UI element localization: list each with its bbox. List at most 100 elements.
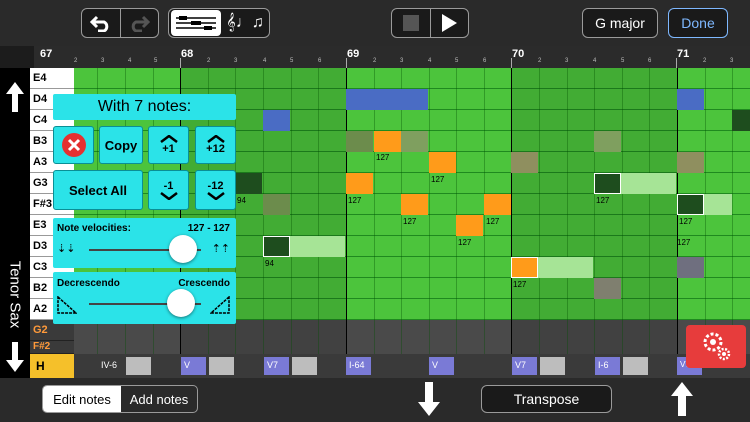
chord-slot[interactable] bbox=[540, 357, 565, 375]
arrow-up-icon[interactable] bbox=[671, 382, 693, 421]
beat-tick: 6 bbox=[648, 58, 652, 64]
close-button[interactable] bbox=[53, 126, 94, 164]
note[interactable] bbox=[677, 257, 704, 278]
velocity-label: 127 bbox=[431, 175, 445, 184]
note[interactable] bbox=[346, 131, 373, 152]
decrescendo-icon bbox=[57, 295, 78, 319]
transpose-button[interactable]: Transpose bbox=[481, 385, 612, 413]
chord-slot[interactable] bbox=[623, 357, 648, 375]
beat-tick: 2 bbox=[538, 58, 542, 64]
panel-title: With 7 notes: bbox=[97, 98, 192, 115]
key-button[interactable]: G major bbox=[582, 8, 658, 38]
note[interactable] bbox=[263, 194, 290, 215]
note[interactable] bbox=[263, 110, 290, 131]
beat-line bbox=[318, 68, 319, 354]
note[interactable] bbox=[594, 278, 621, 299]
chord-chip[interactable]: V7 bbox=[512, 357, 537, 375]
piano-roll-icon[interactable] bbox=[171, 10, 221, 36]
transpose-plus1-button[interactable]: +1 bbox=[148, 126, 189, 164]
edit-notes-tab[interactable]: Edit notes bbox=[43, 386, 121, 412]
chord-slot[interactable] bbox=[209, 357, 234, 375]
velocity-label: 94 bbox=[265, 259, 274, 268]
note-selected[interactable] bbox=[511, 257, 538, 278]
chord-row-key[interactable]: H bbox=[30, 354, 74, 378]
note[interactable] bbox=[677, 152, 704, 173]
note-tail[interactable] bbox=[290, 236, 345, 257]
score-glyph: 𝄞♩♫ bbox=[226, 14, 264, 31]
undo-redo-group bbox=[81, 8, 159, 38]
note-tail[interactable] bbox=[621, 173, 676, 194]
music-notes-icon[interactable]: 𝄞♩♫ bbox=[221, 9, 269, 37]
velocity-label: 127 bbox=[677, 238, 691, 247]
chord-chip[interactable]: V7 bbox=[264, 357, 289, 375]
measure-67: 67 bbox=[40, 48, 53, 60]
measure-71: 71 bbox=[677, 48, 690, 60]
beat-tick: 4 bbox=[428, 58, 432, 64]
note[interactable] bbox=[235, 173, 262, 194]
note[interactable] bbox=[346, 173, 373, 194]
velocity-label: 127 bbox=[513, 280, 527, 289]
note[interactable] bbox=[511, 152, 538, 173]
chord-chip[interactable]: V bbox=[181, 357, 206, 375]
minus1-label: -1 bbox=[163, 180, 174, 192]
note[interactable] bbox=[374, 131, 401, 152]
chord-chip[interactable]: IV-6 bbox=[98, 357, 123, 375]
beat-tick: 5 bbox=[621, 58, 625, 64]
note[interactable] bbox=[594, 131, 621, 152]
done-button[interactable]: Done bbox=[668, 8, 728, 38]
transpose-plus12-button[interactable]: +12 bbox=[195, 126, 236, 164]
transpose-minus12-button[interactable]: -12 bbox=[195, 170, 236, 210]
beat-tick: 4 bbox=[128, 58, 132, 64]
redo-icon[interactable] bbox=[120, 9, 158, 37]
key-fsharp2[interactable]: F#2 bbox=[30, 341, 74, 354]
beat-tick: 3 bbox=[101, 58, 105, 64]
top-toolbar: 𝄞♩♫ G major Done bbox=[0, 0, 750, 46]
chevron-up-icon bbox=[206, 135, 225, 143]
instrument-label[interactable]: Tenor Sax bbox=[7, 242, 24, 348]
note-selected[interactable] bbox=[594, 173, 621, 194]
select-all-button[interactable]: Select All bbox=[53, 170, 143, 210]
beat-tick: 5 bbox=[154, 58, 158, 64]
note[interactable] bbox=[732, 110, 750, 131]
chord-chip[interactable]: I-64 bbox=[346, 357, 371, 375]
chord-chip[interactable]: I-6 bbox=[595, 357, 620, 375]
chord-slot[interactable] bbox=[292, 357, 317, 375]
note[interactable] bbox=[401, 131, 428, 152]
transpose-minus1-button[interactable]: -1 bbox=[148, 170, 189, 210]
settings-button[interactable] bbox=[686, 325, 746, 368]
copy-button[interactable]: Copy bbox=[99, 126, 143, 164]
arrow-down-icon[interactable] bbox=[6, 342, 24, 377]
bar-line bbox=[511, 68, 512, 354]
beat-tick: 5 bbox=[455, 58, 459, 64]
note[interactable] bbox=[429, 152, 456, 173]
beat-tick: 3 bbox=[730, 58, 734, 64]
key-e4[interactable]: E4 bbox=[30, 68, 74, 89]
measure-ruler[interactable]: 67 68 69 70 71 2 3 4 5 2 3 4 5 6 2 3 4 5… bbox=[34, 46, 750, 68]
velocity-slider-thumb[interactable] bbox=[169, 235, 197, 263]
play-icon[interactable] bbox=[430, 9, 468, 37]
beat-tick: 5 bbox=[290, 58, 294, 64]
note[interactable] bbox=[346, 89, 428, 110]
beat-tick: 3 bbox=[400, 58, 404, 64]
note[interactable] bbox=[456, 215, 483, 236]
chord-slot[interactable] bbox=[126, 357, 151, 375]
note[interactable] bbox=[677, 89, 704, 110]
add-notes-tab[interactable]: Add notes bbox=[121, 386, 197, 412]
chevron-up-icon bbox=[159, 135, 178, 143]
beat-line bbox=[594, 68, 595, 354]
note[interactable] bbox=[401, 194, 428, 215]
arrow-up-icon[interactable] bbox=[6, 82, 24, 117]
undo-icon[interactable] bbox=[82, 9, 121, 37]
note-tail[interactable] bbox=[538, 257, 593, 278]
stop-icon[interactable] bbox=[392, 9, 431, 37]
chord-bar[interactable]: IV-6 V V7 I-64 V V7 I-6 V7/-2 bbox=[74, 354, 750, 378]
arrow-down-icon[interactable] bbox=[418, 382, 440, 421]
dynamics-slider-thumb[interactable] bbox=[167, 289, 195, 317]
note-selected[interactable] bbox=[263, 236, 290, 257]
note-tail[interactable] bbox=[704, 194, 732, 215]
chord-chip[interactable]: V bbox=[429, 357, 454, 375]
note-selected[interactable] bbox=[677, 194, 704, 215]
beat-tick: 4 bbox=[263, 58, 267, 64]
note[interactable] bbox=[484, 194, 511, 215]
beat-line bbox=[539, 68, 540, 354]
